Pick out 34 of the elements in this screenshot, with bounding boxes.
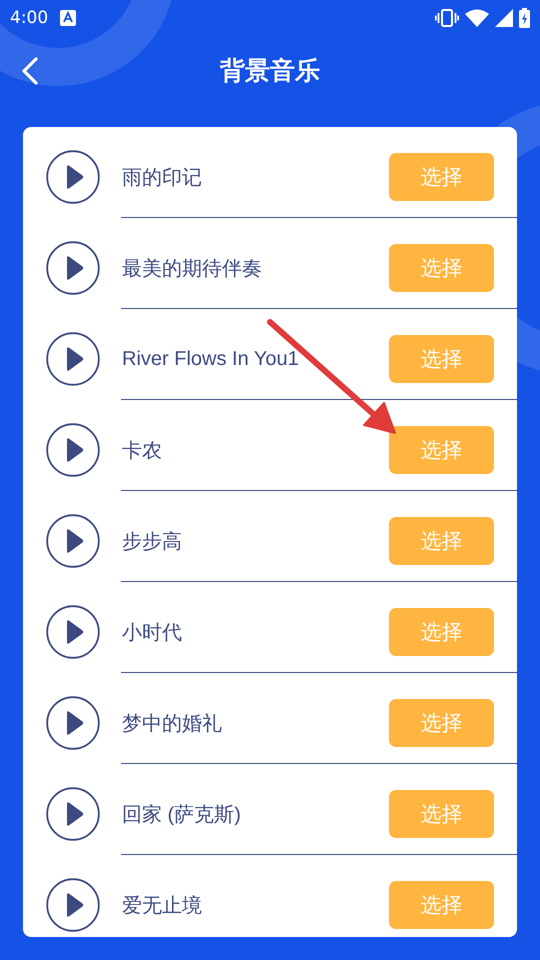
keyboard-notification-icon [60,10,76,26]
select-button[interactable]: 选择 [389,881,494,929]
track-title: 最美的期待伴奏 [122,256,263,282]
play-icon[interactable] [46,332,100,386]
track-title: 步步高 [122,530,183,554]
play-icon[interactable] [46,878,100,932]
battery-icon [519,8,530,28]
play-icon[interactable] [46,423,100,477]
play-icon[interactable] [46,696,100,750]
play-icon[interactable] [46,150,100,204]
play-icon[interactable] [46,514,100,568]
select-button[interactable]: 选择 [389,608,494,656]
track-title: 爱无止境 [122,894,203,918]
track-title: 小时代 [122,620,183,646]
select-button[interactable]: 选择 [389,426,494,474]
status-time: 4:00 [10,8,48,28]
play-icon[interactable] [46,605,100,659]
track-title: 回家 (萨克斯) [122,802,242,828]
wifi-icon [465,9,489,27]
page-title: 背景音乐 [220,55,320,87]
select-button[interactable]: 选择 [389,335,494,383]
vibrate-icon [435,9,459,27]
track-title: 卡农 [122,438,163,464]
select-button[interactable]: 选择 [389,699,494,747]
signal-icon [495,9,513,27]
track-title: 雨的印记 [122,166,203,190]
select-button[interactable]: 选择 [389,153,494,201]
play-icon[interactable] [46,241,100,295]
select-button[interactable]: 选择 [389,244,494,292]
select-button[interactable]: 选择 [389,517,494,565]
track-title: 梦中的婚礼 [122,712,223,736]
play-icon[interactable] [46,787,100,841]
select-button[interactable]: 选择 [389,790,494,838]
track-title: River Flows In You1 [122,348,300,370]
